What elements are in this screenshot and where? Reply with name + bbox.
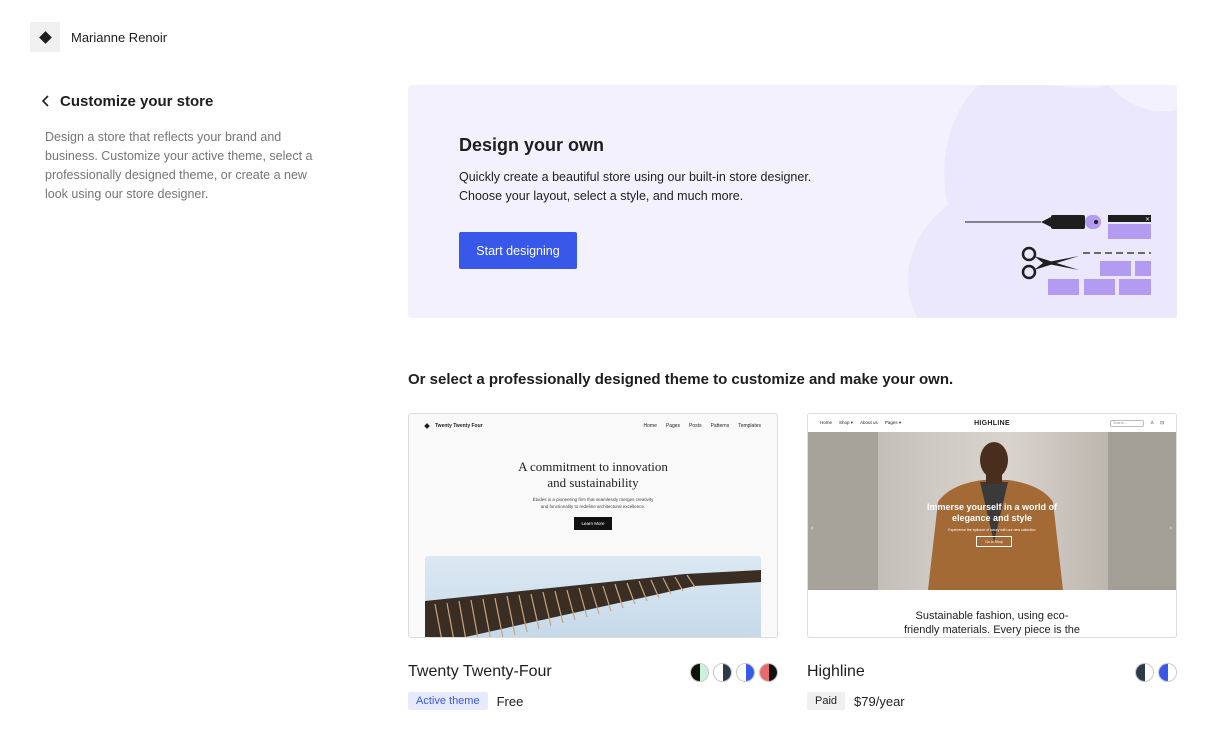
sidebar-description: Design a store that reflects your brand … [45, 130, 313, 201]
theme-card-highline[interactable]: Home Shop ▾ About us Pages ▾ HIGHLINE Se… [807, 413, 1177, 710]
color-swatch[interactable] [690, 662, 709, 682]
preview-model-image: Immerse yourself in a world of elegance … [808, 432, 1176, 590]
theme-price: Free [496, 693, 524, 709]
preview-headline: A commitment to innovation and sustainab… [518, 459, 668, 490]
preview-nav-link: Pages [665, 423, 681, 429]
color-swatch[interactable] [736, 662, 755, 682]
preview-architecture-image [425, 556, 761, 637]
preview-tagline: Sustainable fashion, using eco-friendly … [903, 610, 1081, 636]
preview-nav-link: Patterns [710, 423, 730, 429]
hero-title: Design your own [459, 135, 605, 155]
chevron-left-icon[interactable] [38, 93, 54, 109]
preview-subtext: Études is a pioneering firm that seamles… [532, 497, 654, 509]
preview-brand: Twenty Twenty Four [435, 423, 483, 429]
theme-price: $79/year [854, 693, 905, 709]
theme-preview[interactable]: Twenty Twenty Four Home Pages Posts Patt… [408, 413, 778, 638]
preview-learn-more-button: Learn More [574, 517, 612, 530]
svg-text:×: × [1145, 216, 1150, 223]
paid-badge: Paid [807, 692, 846, 710]
theme-name: Highline [807, 663, 865, 680]
design-your-own-banner: Design your own Quickly create a beautif… [408, 85, 1177, 318]
preview-hero-subtext: Experience the epitome of luxury with ou… [948, 528, 1036, 532]
color-variations [690, 662, 778, 682]
preview-prev-arrow-icon: ‹ [811, 525, 814, 532]
design-tools-illustration: × [965, 215, 1151, 295]
theme-preview[interactable]: Home Shop ▾ About us Pages ▾ HIGHLINE Se… [807, 413, 1177, 638]
color-swatch[interactable] [713, 662, 732, 682]
preview-nav: Twenty Twenty Four Home Pages Posts Patt… [424, 421, 761, 431]
color-variations [1135, 662, 1177, 682]
site-name: Marianne Renoir [71, 29, 168, 45]
preview-next-arrow-icon: › [1169, 525, 1172, 532]
preview-nav-link: Templates [738, 423, 761, 429]
preview-hero-headline: Immerse yourself in a world of elegance … [926, 502, 1058, 523]
site-logo-icon[interactable] [30, 22, 60, 52]
start-designing-button[interactable]: Start designing [459, 232, 577, 269]
sidebar: Customize your store Design a store that… [38, 90, 338, 204]
theme-card-twenty-twenty-four[interactable]: Twenty Twenty Four Home Pages Posts Patt… [408, 413, 778, 710]
preview-nav: Home Shop ▾ About us Pages ▾ HIGHLINE Se… [808, 414, 1176, 432]
themes-heading: Or select a professionally designed them… [408, 371, 954, 388]
back-row[interactable]: Customize your store [38, 90, 338, 112]
color-swatch[interactable] [759, 662, 778, 682]
active-theme-badge: Active theme [408, 692, 488, 710]
preview-shop-button: Go to Shop [976, 536, 1012, 547]
preview-logo-icon [424, 423, 430, 429]
hero-description: Quickly create a beautiful store using o… [459, 170, 812, 203]
preview-brand: HIGHLINE [974, 419, 1010, 427]
preview-nav-link: Home [643, 423, 657, 429]
sidebar-title: Customize your store [60, 92, 214, 110]
preview-nav-link: Posts [689, 423, 702, 429]
site-header: Marianne Renoir [30, 22, 167, 52]
color-swatch[interactable] [1135, 662, 1154, 682]
color-swatch[interactable] [1158, 662, 1177, 682]
theme-name: Twenty Twenty-Four [408, 663, 552, 680]
